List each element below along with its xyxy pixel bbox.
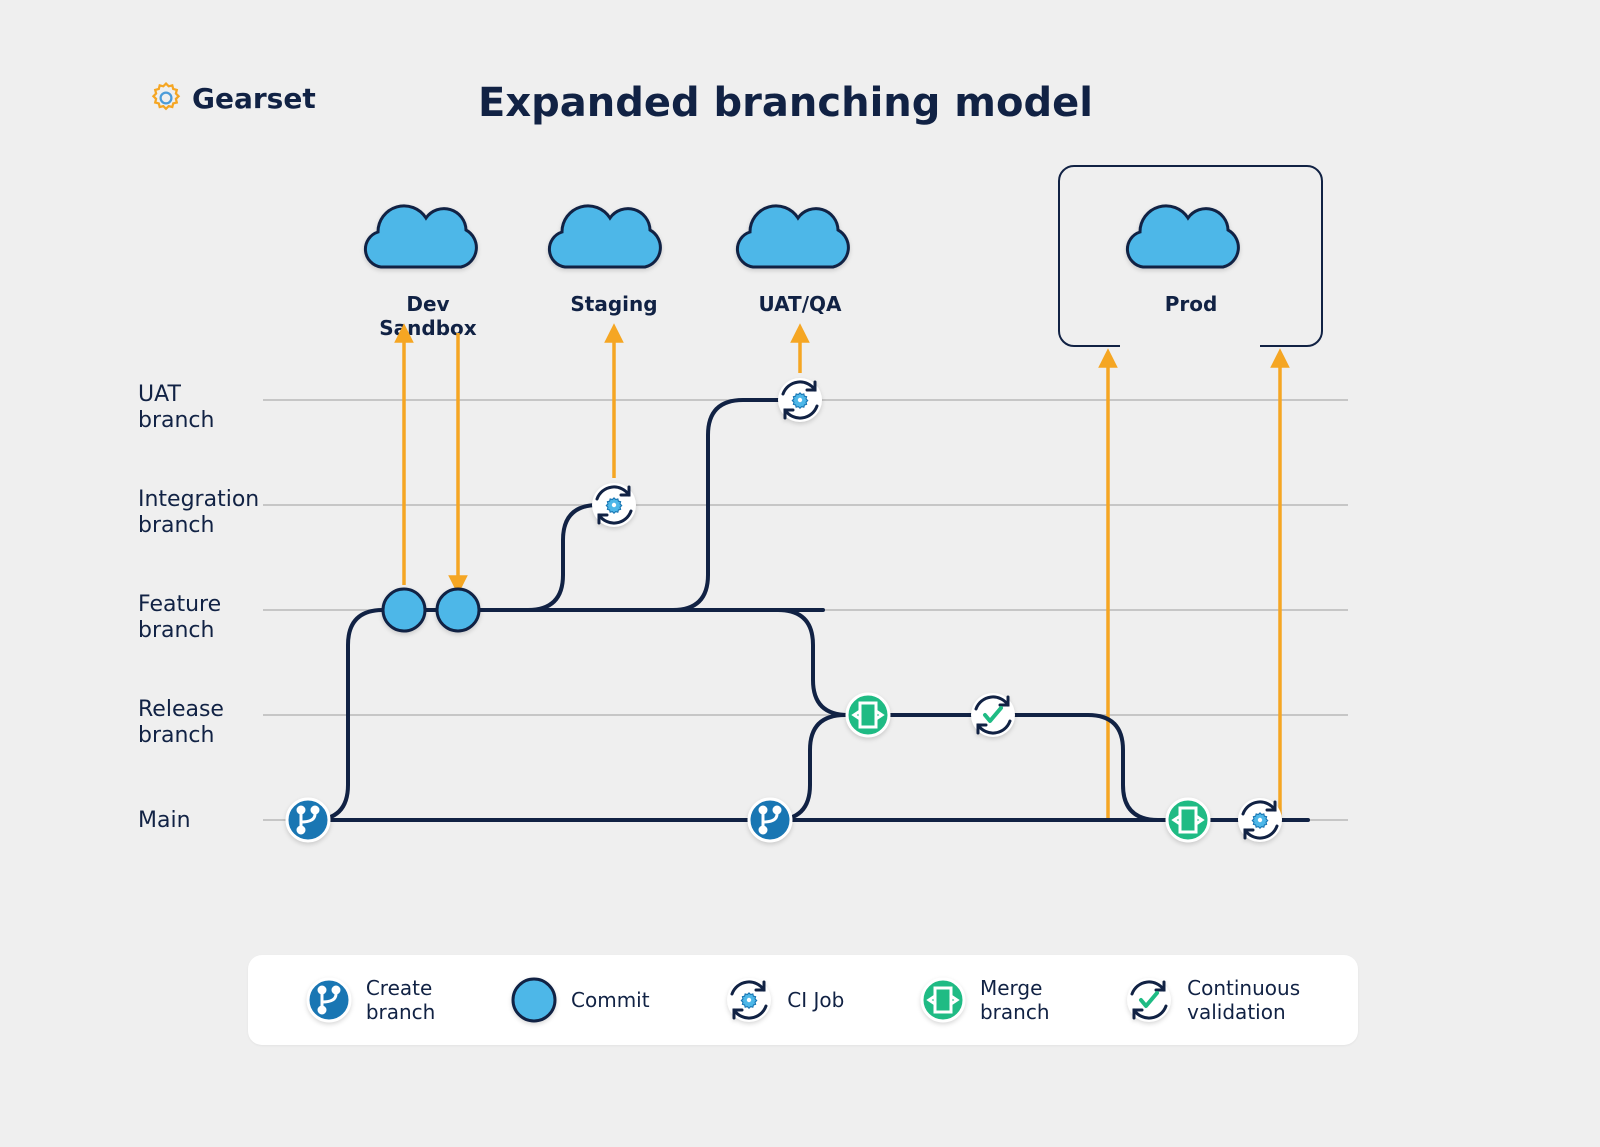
legend-label: Commit xyxy=(571,988,650,1012)
merge-branch-icon xyxy=(1167,799,1209,841)
cloud-icon xyxy=(365,206,476,267)
legend-label: Continuous validation xyxy=(1187,976,1300,1024)
diagram-canvas xyxy=(158,80,1446,1062)
legend-item: Commit xyxy=(511,977,650,1023)
legend-item: Create branch xyxy=(306,976,436,1024)
cloud-icon xyxy=(737,206,848,267)
ci-job-icon xyxy=(778,378,822,422)
legend-label: Merge branch xyxy=(980,976,1050,1024)
commit-icon xyxy=(383,589,425,631)
legend-item: Continuous validation xyxy=(1125,976,1300,1024)
legend-label: CI Job xyxy=(787,988,844,1012)
legend-item: CI Job xyxy=(725,976,844,1024)
ci-job-icon xyxy=(1238,798,1282,842)
legend-label: Create branch xyxy=(366,976,436,1024)
continuous-validation-icon xyxy=(971,693,1015,737)
cloud-icon xyxy=(549,206,660,267)
merge-branch-icon xyxy=(847,694,889,736)
commit-icon xyxy=(437,589,479,631)
legend: Create branch Commit CI Job Merge branch… xyxy=(248,955,1358,1045)
legend-item: Merge branch xyxy=(920,976,1050,1024)
create-branch-icon xyxy=(749,799,791,841)
create-branch-icon xyxy=(287,799,329,841)
cloud-icon xyxy=(1127,206,1238,267)
ci-job-icon xyxy=(592,483,636,527)
